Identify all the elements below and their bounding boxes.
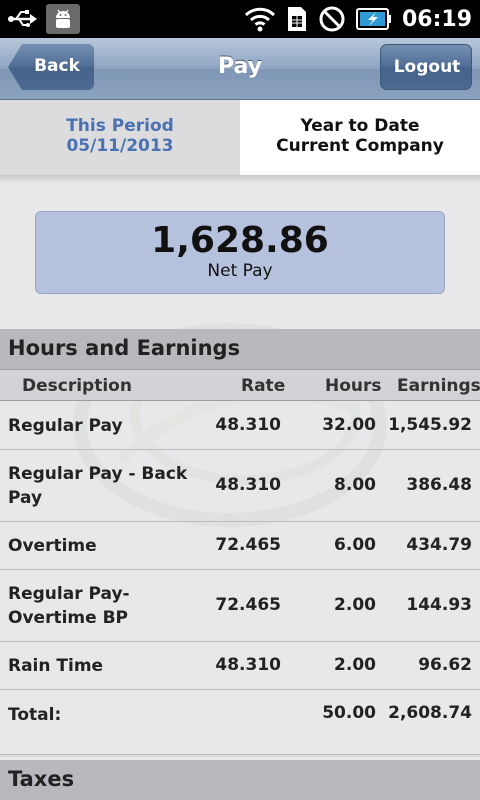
cell-description: Rain Time <box>8 656 104 676</box>
net-pay-amount: 1,628.86 <box>151 220 329 261</box>
tab-shadow <box>0 175 480 183</box>
column-header-description: Description <box>22 376 132 396</box>
table-row: Regular Pay - Back Pay 48.310 8.00 386.4… <box>0 450 480 522</box>
logout-button[interactable]: Logout <box>380 44 472 90</box>
column-header-earnings: Earnings <box>397 376 480 396</box>
logout-button-label: Logout <box>393 57 461 77</box>
cell-earnings: 1,545.92 <box>388 415 472 435</box>
total-label: Total: <box>8 705 62 725</box>
divider <box>0 754 480 757</box>
total-earnings: 2,608.74 <box>388 703 472 723</box>
cell-description: Regular Pay - Back Pay <box>8 464 188 508</box>
cell-earnings: 144.93 <box>406 595 472 615</box>
table-row: Regular Pay-Overtime BP 72.465 2.00 144.… <box>0 570 480 642</box>
column-header-rate: Rate <box>241 376 286 396</box>
sim-icon <box>286 4 308 34</box>
table-row: Overtime 72.465 6.00 434.79 <box>0 522 480 570</box>
wifi-icon <box>244 4 276 34</box>
usb-icon <box>8 4 38 34</box>
status-bar: 06:19 <box>0 0 480 38</box>
cell-rate: 48.310 <box>215 655 281 675</box>
period-tabs: This Period 05/11/2013 Year to Date Curr… <box>0 100 480 175</box>
cell-description: Regular Pay-Overtime BP <box>8 584 130 628</box>
tab-label: Year to Date <box>300 116 420 136</box>
tab-subtitle: Current Company <box>276 136 444 156</box>
no-signal-icon <box>318 4 346 34</box>
cell-earnings: 386.48 <box>406 475 472 495</box>
section-title: Taxes <box>8 767 75 791</box>
column-header-hours: Hours <box>325 376 382 396</box>
section-header-hours-earnings: Hours and Earnings <box>0 329 480 369</box>
cell-earnings: 434.79 <box>406 535 472 555</box>
cell-description: Overtime <box>8 536 97 556</box>
tab-date: 05/11/2013 <box>66 136 174 156</box>
title-bar: Back Pay Logout <box>0 38 480 100</box>
cell-rate: 48.310 <box>215 415 281 435</box>
tab-year-to-date[interactable]: Year to Date Current Company <box>240 100 480 175</box>
tab-this-period[interactable]: This Period 05/11/2013 <box>0 100 240 175</box>
cell-rate: 72.465 <box>215 535 281 555</box>
cell-rate: 72.465 <box>215 595 281 615</box>
android-debug-icon <box>46 4 80 34</box>
cell-rate: 48.310 <box>215 475 281 495</box>
battery-charging-icon <box>355 4 392 34</box>
cell-earnings: 96.62 <box>418 655 472 675</box>
net-pay-card: 1,628.86 Net Pay <box>35 211 445 294</box>
table-total-row: Total: 50.00 2,608.74 <box>0 690 480 738</box>
tab-label: This Period <box>66 116 174 136</box>
table-row: Rain Time 48.310 2.00 96.62 <box>0 642 480 690</box>
section-header-taxes: Taxes <box>0 760 480 800</box>
section-title: Hours and Earnings <box>8 336 241 360</box>
table-header: Description Rate Hours Earnings <box>0 369 480 401</box>
net-pay-label: Net Pay <box>207 261 273 281</box>
clock: 06:19 <box>401 6 472 32</box>
cell-description: Regular Pay <box>8 416 123 436</box>
table-row: Regular Pay 48.310 32.00 1,545.92 <box>0 402 480 450</box>
